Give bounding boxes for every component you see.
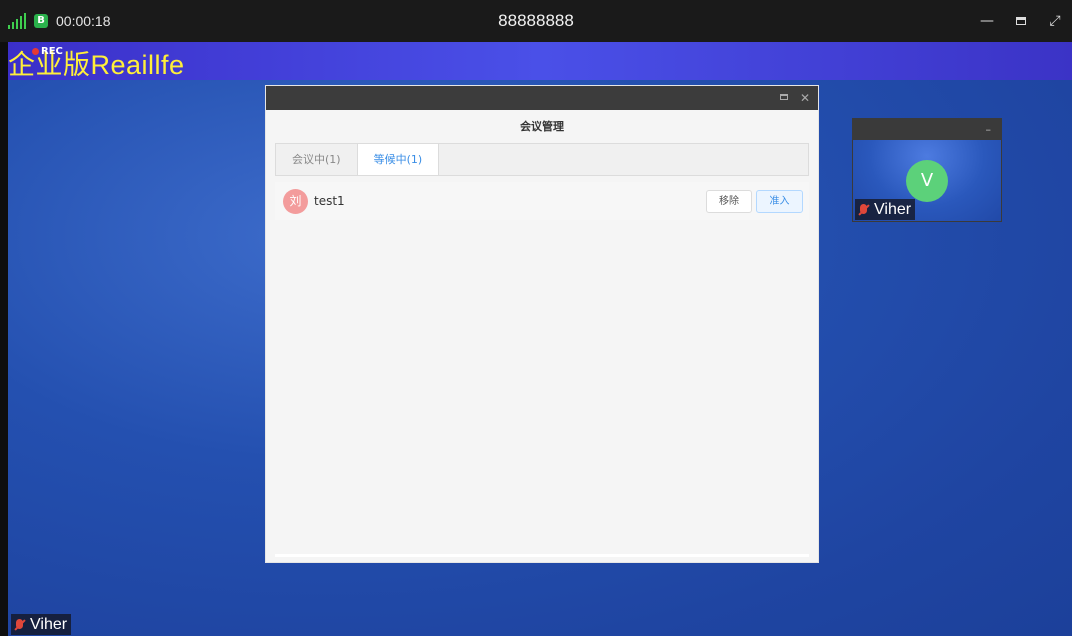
maximize-icon <box>780 94 788 100</box>
logo-banner: 企业版Reaillfe REC <box>8 42 1072 80</box>
dialog-close-button[interactable]: ✕ <box>800 86 810 110</box>
left-edge-strip <box>0 42 8 636</box>
list-item: 刘 test1 移除 准入 <box>275 182 809 220</box>
dialog-title: 会议管理 <box>520 120 564 133</box>
remove-button[interactable]: 移除 <box>706 190 752 213</box>
avatar: 刘 <box>283 188 308 214</box>
avatar: V <box>906 160 948 202</box>
recording-indicator: REC <box>32 46 63 57</box>
admit-button[interactable]: 准入 <box>756 190 803 213</box>
participant-tabs: 会议中(1) 等候中(1) <box>275 143 809 176</box>
participant-name: test1 <box>314 194 345 208</box>
title-bar: B 00:00:18 88888888 — ⤢ <box>0 0 1072 42</box>
fullscreen-button[interactable]: ⤢ <box>1048 13 1062 29</box>
meeting-management-dialog: ✕ 会议管理 会议中(1) 等候中(1) 刘 test1 移除 准入 <box>266 86 818 562</box>
tab-waiting[interactable]: 等候中(1) <box>356 144 440 175</box>
mic-muted-icon <box>857 203 871 217</box>
main-name-tag: Viher <box>11 614 72 635</box>
minimize-button[interactable]: — <box>980 13 994 29</box>
rec-label: REC <box>41 46 63 57</box>
participant-name: Viher <box>30 615 68 633</box>
dialog-header[interactable]: ✕ <box>266 86 818 110</box>
thumbnail-minimize-button[interactable]: – <box>986 123 992 136</box>
thumbnail-header[interactable]: – <box>853 119 1001 140</box>
window-controls: — ⤢ <box>980 0 1062 42</box>
dialog-maximize-button[interactable] <box>780 86 788 110</box>
participant-name: Viher <box>874 200 912 218</box>
maximize-button[interactable] <box>1016 17 1026 25</box>
thumbnail-name-tag: Viher <box>855 199 916 220</box>
meeting-id: 88888888 <box>498 11 574 30</box>
video-thumbnail[interactable]: – V Viher <box>852 118 1002 222</box>
mic-muted-icon <box>13 618 27 632</box>
record-dot-icon <box>32 48 39 55</box>
dialog-footer-divider <box>275 554 809 557</box>
tab-in-meeting[interactable]: 会议中(1) <box>276 144 357 175</box>
